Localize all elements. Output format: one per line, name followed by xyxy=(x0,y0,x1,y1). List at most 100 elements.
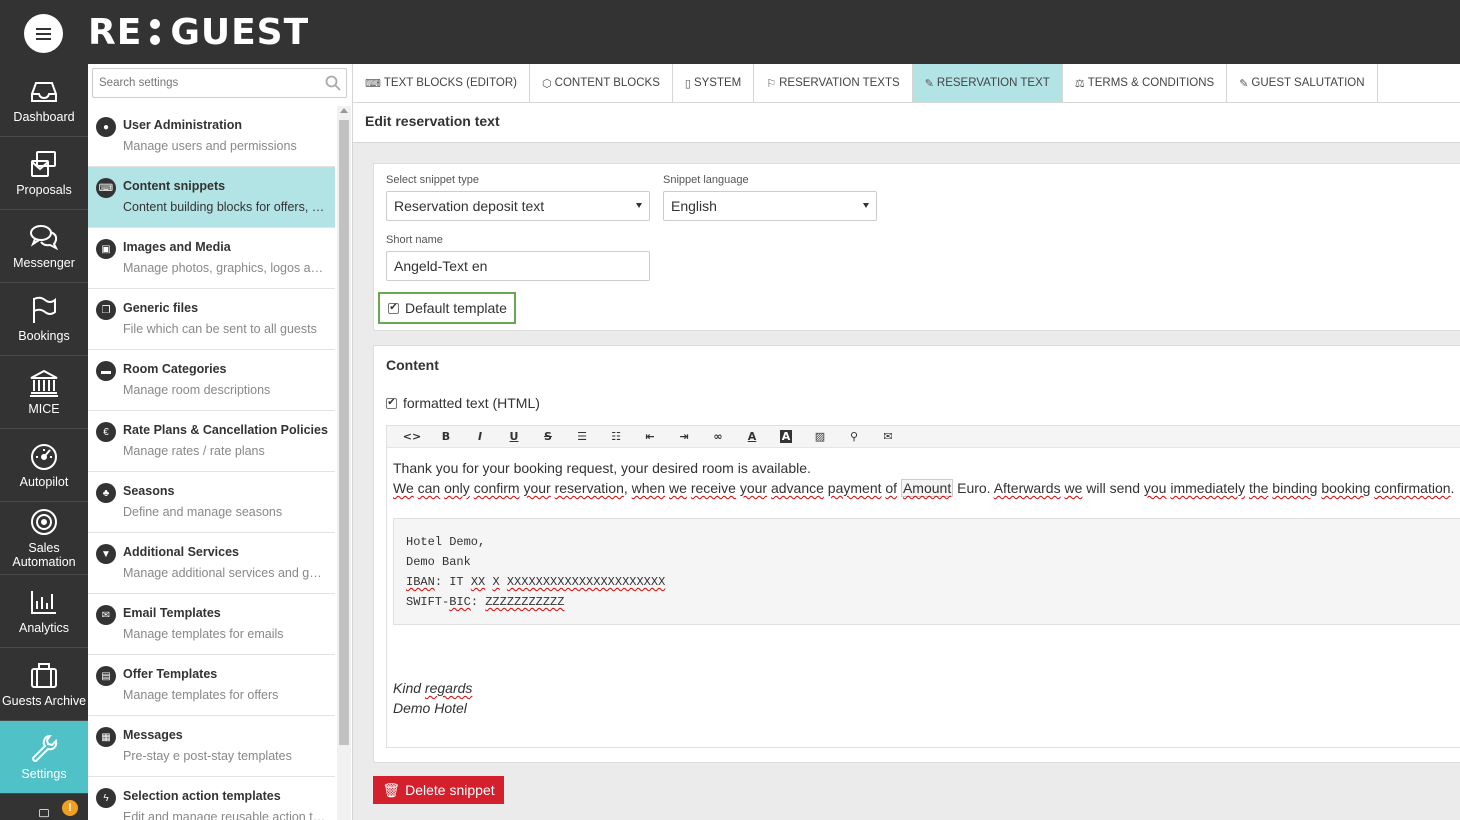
setting-room-categories[interactable]: ▬ Room Categories Manage room descriptio… xyxy=(88,350,335,411)
code-view-icon[interactable]: <> xyxy=(395,430,429,443)
setting-description: Content building blocks for offers, pl..… xyxy=(123,200,328,214)
tab-guest-salutation[interactable]: ✎ GUEST SALUTATION xyxy=(1227,64,1378,102)
hamburger-menu-button[interactable] xyxy=(24,14,63,53)
pencil-icon: ✎ xyxy=(1239,77,1249,90)
background-color-icon[interactable]: A xyxy=(769,430,803,443)
tab-label: SYSTEM xyxy=(693,77,742,89)
tab-text-blocks-editor[interactable]: ⌨ TEXT BLOCKS (EDITOR) xyxy=(353,64,531,102)
bold-icon[interactable]: B xyxy=(429,430,463,443)
short-name-input[interactable] xyxy=(386,251,650,281)
setting-selection-action-templates[interactable]: ϟ Selection action templates Edit and ma… xyxy=(88,777,335,820)
text-color-icon[interactable]: A xyxy=(735,430,769,443)
nav-guests-archive[interactable]: Guests Archive xyxy=(0,648,88,721)
files-icon: ❐ xyxy=(96,300,116,320)
text-fragment: Euro. xyxy=(953,480,994,496)
nav-mice[interactable]: MICE xyxy=(0,356,88,429)
setting-user-administration[interactable]: ● User Administration Manage users and p… xyxy=(88,106,335,167)
checkbox-checked-icon[interactable]: ✔ xyxy=(388,302,399,314)
setting-rate-plans[interactable]: € Rate Plans & Cancellation Policies Man… xyxy=(88,411,335,472)
attachment-icon[interactable]: ⚲ xyxy=(837,430,871,443)
bank-details-code-block: Hotel Demo, Demo Bank IBAN: IT XX X XXXX… xyxy=(393,518,1460,625)
setting-email-templates[interactable]: ✉ Email Templates Manage templates for e… xyxy=(88,594,335,655)
nav-analytics[interactable]: Analytics xyxy=(0,575,88,648)
text-fragment: advance xyxy=(770,480,824,496)
formatted-html-checkbox[interactable]: ✔ formatted text (HTML) xyxy=(386,395,540,411)
content-line-1: Thank you for your booking request, your… xyxy=(393,460,811,476)
amount-placeholder[interactable]: Amount xyxy=(900,479,954,497)
setting-title: Selection action templates xyxy=(123,789,281,803)
snippet-language-select[interactable]: English xyxy=(663,191,877,221)
nav-autopilot[interactable]: Autopilot xyxy=(0,429,88,502)
image-icon[interactable]: ▨ xyxy=(803,430,837,443)
setting-title: Room Categories xyxy=(123,362,227,376)
bed-icon: ▬ xyxy=(96,361,116,381)
keyboard-icon: ⌨ xyxy=(96,178,116,198)
main-navigation: Dashboard Proposals Messenger Bookings M… xyxy=(0,64,88,820)
tab-reservation-texts[interactable]: ⚐ RESERVATION TEXTS xyxy=(754,64,913,102)
setting-title: Messages xyxy=(123,728,183,742)
formatted-html-label: formatted text (HTML) xyxy=(403,395,540,411)
setting-title: Email Templates xyxy=(123,606,221,620)
scrollbar-thumb[interactable] xyxy=(339,120,349,745)
search-box xyxy=(92,68,347,98)
checkbox-checked-icon[interactable]: ✔ xyxy=(386,397,397,409)
file-icon: ▯ xyxy=(684,77,691,90)
content-card: Content ✔ formatted text (HTML) <> B I U… xyxy=(373,345,1460,763)
nav-bookings[interactable]: Bookings xyxy=(0,283,88,356)
editor-content[interactable]: Thank you for your booking request, your… xyxy=(387,448,1460,728)
snippet-type-select[interactable]: Reservation deposit text xyxy=(386,191,650,221)
content-line-2: We can only confirm your reservation, wh… xyxy=(393,478,1455,498)
email-icon[interactable]: ✉ xyxy=(871,430,905,443)
tab-system[interactable]: ▯ SYSTEM xyxy=(673,64,755,102)
tab-label: GUEST SALUTATION xyxy=(1251,77,1365,89)
italic-icon[interactable]: I xyxy=(463,430,497,443)
nav-label: Autopilot xyxy=(19,475,69,489)
numbered-list-icon[interactable]: ☷ xyxy=(599,430,633,443)
tab-label: TERMS & CONDITIONS xyxy=(1087,77,1215,89)
nav-dashboard[interactable]: Dashboard xyxy=(0,64,88,137)
nav-sales-automation[interactable]: Sales Automation xyxy=(0,502,88,575)
outdent-icon[interactable]: ⇤ xyxy=(633,430,667,443)
settings-scrollbar[interactable] xyxy=(337,106,351,820)
setting-title: Content snippets xyxy=(123,179,226,193)
setting-generic-files[interactable]: ❐ Generic files File which can be sent t… xyxy=(88,289,335,350)
scroll-up-arrow-icon[interactable] xyxy=(340,108,348,113)
strikethrough-icon[interactable]: S xyxy=(531,430,565,443)
tab-content-blocks[interactable]: ⬡ CONTENT BLOCKS xyxy=(530,64,673,102)
suitcase-icon xyxy=(31,663,57,688)
page-title: Edit reservation text xyxy=(365,113,500,129)
search-icon[interactable] xyxy=(325,75,341,91)
setting-content-snippets[interactable]: ⌨ Content snippets Content building bloc… xyxy=(88,167,335,228)
link-icon[interactable]: ∞ xyxy=(701,430,735,443)
tab-label: CONTENT BLOCKS xyxy=(554,77,660,89)
underline-icon[interactable]: U xyxy=(497,430,531,443)
setting-additional-services[interactable]: ▼ Additional Services Manage additional … xyxy=(88,533,335,594)
snippet-type-label: Select snippet type xyxy=(386,174,479,186)
text-fragment: only xyxy=(444,480,470,496)
nav-more[interactable]: ! xyxy=(0,794,88,820)
nav-proposals[interactable]: Proposals xyxy=(0,137,88,210)
text-fragment: reservation xyxy=(554,480,624,496)
setting-description: Manage additional services and gen... xyxy=(123,566,328,580)
money-icon: € xyxy=(96,422,116,442)
top-bar: RE GUEST xyxy=(0,0,1460,64)
setting-offer-templates[interactable]: ▤ Offer Templates Manage templates for o… xyxy=(88,655,335,716)
indent-icon[interactable]: ⇥ xyxy=(667,430,701,443)
user-icon: ● xyxy=(96,117,116,137)
notification-badge: ! xyxy=(62,800,78,816)
setting-seasons[interactable]: ♣ Seasons Define and manage seasons xyxy=(88,472,335,533)
bulleted-list-icon[interactable]: ☰ xyxy=(565,430,599,443)
setting-images-and-media[interactable]: ▣ Images and Media Manage photos, graphi… xyxy=(88,228,335,289)
setting-description: Manage templates for offers xyxy=(123,688,279,702)
setting-title: Additional Services xyxy=(123,545,240,559)
setting-messages[interactable]: ▦ Messages Pre-stay e post-stay template… xyxy=(88,716,335,777)
delete-snippet-button[interactable]: 🗑 Delete snippet xyxy=(373,776,504,804)
tab-reservation-text[interactable]: ✎ RESERVATION TEXT xyxy=(912,64,1063,102)
flag-icon: ⚐ xyxy=(766,77,777,90)
tab-terms-conditions[interactable]: ⚖ TERMS & CONDITIONS xyxy=(1063,64,1228,102)
search-input[interactable] xyxy=(93,69,313,97)
nav-messenger[interactable]: Messenger xyxy=(0,210,88,283)
nav-settings[interactable]: Settings xyxy=(0,721,88,794)
default-template-checkbox[interactable]: ✔ Default template xyxy=(378,292,516,324)
bar-chart-icon xyxy=(31,591,56,614)
